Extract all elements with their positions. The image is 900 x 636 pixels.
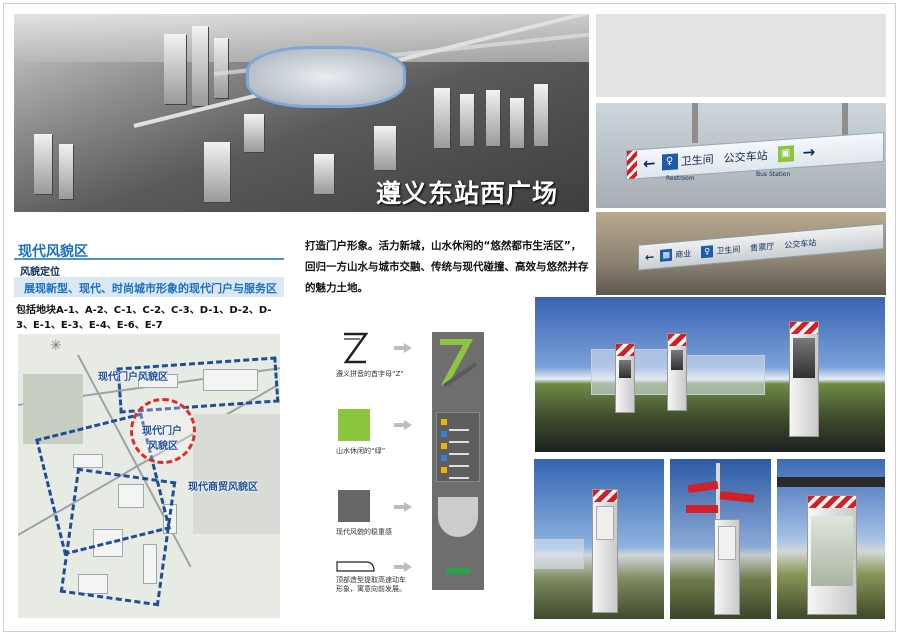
- red-stripe-icon: [627, 150, 637, 179]
- positioning-text: 展现新型、现代、时尚城市形象的现代门户与服务区: [24, 282, 277, 295]
- arrow-right-icon: [394, 343, 412, 353]
- wall-sign-board: ← ▦ 商业 ♀ 卫生间 售票厅 公交车站: [638, 223, 884, 271]
- arrow-left-icon: ←: [645, 249, 655, 264]
- bus-label: 公交车站: [723, 149, 768, 166]
- arrow-right-icon: [394, 420, 412, 430]
- arrow-right-icon: [394, 502, 412, 512]
- section-subtitle: 风貌定位: [20, 267, 60, 278]
- hero-aerial-image: 遵义东站西广场: [14, 14, 589, 212]
- compass-icon: ✳: [50, 338, 62, 354]
- map-label-trade-zone: 现代商贸风貌区: [188, 482, 258, 493]
- rounded-cap-icon: [336, 561, 375, 572]
- portrait-stele: [789, 321, 819, 437]
- legend-text-4: 顶部造型提取高速动车形象，寓意向前发展。: [336, 576, 406, 593]
- restroom-label: 卫生间: [716, 244, 741, 256]
- totem-z-logo: [440, 339, 478, 388]
- ticket-label: 售票厅: [750, 241, 775, 253]
- overhead-sign-board: ← ♀ 卫生间 公交车站 ▣ →: [626, 131, 884, 181]
- map-label-gate-zone: 现代门户风貌区: [98, 372, 168, 383]
- bus-sub-label: Bus Station: [756, 171, 791, 178]
- restroom-sub-label: Restroom: [666, 175, 695, 182]
- placeholder-panel: [596, 14, 886, 97]
- totem-directory-panel: [436, 412, 480, 482]
- letter-z-icon: [343, 332, 369, 364]
- legend-text-2: 山水休闲的“绿”: [336, 447, 386, 455]
- gray-square-icon: [338, 490, 370, 522]
- signage-photo-2: ← ▦ 商业 ♀ 卫生间 售票厅 公交车站: [596, 212, 886, 295]
- site-map: 现代门户风貌区 现代门户 风貌区 现代商贸风貌区 ✳: [18, 334, 280, 618]
- arrow-right-icon: →: [802, 142, 816, 162]
- signage-render-a: [534, 459, 664, 619]
- block-list: 包括地块A-1、A-2、C-1、C-2、C-3、D-1、D-2、D-3、E-1、…: [16, 305, 272, 331]
- hero-title: 遵义东站西广场: [376, 179, 559, 208]
- station-building: [246, 46, 406, 108]
- shop-label: 商业: [675, 248, 692, 260]
- restroom-icon: ♀: [661, 153, 678, 171]
- map-label-gate-center-1: 现代门户: [142, 426, 182, 437]
- signage-photo-1: ← ♀ 卫生间 公交车站 ▣ → Restroom Bus Station: [596, 103, 886, 208]
- plaza-render: [535, 297, 885, 452]
- signage-render-b: [670, 459, 771, 619]
- legend-text-1: 遵义拼音的首字母“Z”: [336, 370, 404, 378]
- restroom-icon: ♀: [701, 245, 714, 259]
- green-square-icon: [338, 409, 370, 441]
- map-label-gate-center-2: 风貌区: [148, 441, 178, 452]
- bus-icon: ▣: [777, 145, 794, 163]
- signage-render-c: [777, 459, 885, 619]
- section-divider: [14, 258, 284, 260]
- positioning-banner: 展现新型、现代、时尚城市形象的现代门户与服务区: [14, 277, 284, 297]
- shop-icon: ▦: [660, 248, 673, 262]
- legend-text-3: 现代风貌的稳重感: [336, 528, 392, 536]
- wayfinding-totem: [432, 332, 484, 590]
- bus-label: 公交车站: [784, 237, 817, 250]
- intro-paragraph: 打造门户形象。活力新城，山水休闲的“悠然都市生活区”，回归一方山水与城市交融、传…: [305, 240, 589, 294]
- arrow-left-icon: ←: [643, 153, 656, 173]
- arrow-right-icon: [394, 562, 412, 572]
- totem-map: [438, 497, 478, 537]
- totem-logo: [446, 568, 470, 574]
- restroom-label: 卫生间: [680, 152, 714, 169]
